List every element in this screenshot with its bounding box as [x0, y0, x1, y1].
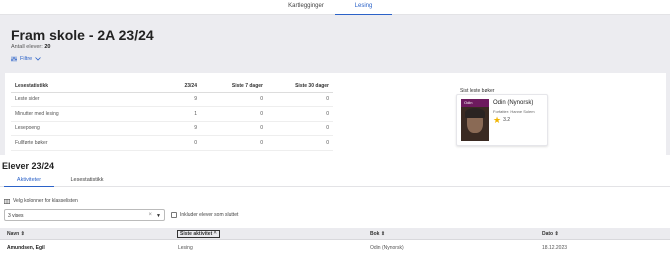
- row-label: Minutter med lesing: [11, 106, 161, 122]
- table-row: Leste sider 9 0 0: [11, 92, 333, 107]
- clear-icon[interactable]: ×: [148, 212, 152, 218]
- last-activity: Lesing: [178, 245, 193, 251]
- activity-date: 18.12.2023: [542, 245, 568, 251]
- filter-button[interactable]: Filtre: [11, 56, 42, 62]
- columns-icon: [4, 198, 10, 204]
- book-rating: ★ 3.2: [493, 115, 511, 125]
- column-header-bok[interactable]: Bok ⇕: [370, 231, 385, 237]
- column-header-navn[interactable]: Navn ⇕: [7, 231, 25, 237]
- tab-lesestatistikk[interactable]: Lesestatistikk: [62, 177, 112, 187]
- student-name[interactable]: Amundsen, Egil: [7, 245, 45, 251]
- row-label: Leste sider: [11, 92, 161, 107]
- cell-value: 0: [201, 135, 267, 151]
- student-count-value: 20: [44, 44, 51, 50]
- cell-value: 0: [267, 121, 333, 136]
- students-grid-header: Navn ⇕ Siste aktivitet ^ Bok ⇕ Dato ⇕: [0, 228, 670, 240]
- tab-lesing[interactable]: Lesing: [335, 3, 392, 15]
- cell-value: 0: [201, 106, 267, 122]
- students-tabs: Aktiviteter Lesestatistikk: [0, 175, 670, 187]
- column-header: Siste 7 dager: [201, 80, 267, 93]
- chevron-down-icon: [35, 57, 42, 61]
- cell-value: 0: [267, 92, 333, 107]
- star-icon: ★: [493, 115, 502, 125]
- cover-title: Odin: [464, 100, 473, 105]
- cell-value: 0: [201, 92, 267, 107]
- column-header: 23/24: [161, 80, 201, 93]
- column-header: Lesestatistikk: [11, 80, 161, 93]
- cell-value: 0: [161, 135, 201, 151]
- cell-value: 9: [161, 92, 201, 107]
- table-row: Minutter med lesing 1 0 0: [11, 106, 333, 122]
- tab-aktiviteter[interactable]: Aktiviteter: [4, 177, 54, 187]
- cell-value: 0: [267, 106, 333, 122]
- row-label: Fullførte bøker: [11, 135, 161, 151]
- choose-columns-button[interactable]: Velg kolonner for klasselisten: [4, 198, 78, 204]
- column-header-dato[interactable]: Dato ⇕: [542, 231, 559, 237]
- book-cover: Odin: [461, 99, 489, 141]
- choose-columns-label: Velg kolonner for klasselisten: [13, 198, 78, 204]
- tab-kartlegginger[interactable]: Kartlegginger: [281, 3, 331, 15]
- rating-value: 3.2: [503, 117, 511, 123]
- row-label: Lesepoeng: [11, 121, 161, 136]
- table-row: Fullførte bøker 0 0 0: [11, 135, 333, 151]
- filter-icon: [11, 56, 17, 62]
- book-card[interactable]: Odin Odin (Nynorsk) Forfatter: Hanne Sol…: [456, 94, 548, 146]
- columns-select[interactable]: 3 vises × ▼: [4, 209, 165, 221]
- book-title: Odin (Nynorsk): [493, 100, 534, 106]
- caret-down-icon[interactable]: ▼: [156, 213, 161, 219]
- include-former-students[interactable]: Inkluder elever som sluttet: [171, 212, 238, 218]
- filter-label: Filtre: [20, 56, 33, 62]
- include-label: Inkluder elever som sluttet: [180, 212, 239, 218]
- table-row: Lesepoeng 9 0 0: [11, 121, 333, 136]
- cell-value: 9: [161, 121, 201, 136]
- book-author: Forfatter: Hanne Solem: [493, 109, 535, 114]
- table-header-row: Lesestatistikk 23/24 Siste 7 dager Siste…: [11, 80, 333, 93]
- table-row[interactable]: Amundsen, Egil Lesing Odin (Nynorsk) 18.…: [0, 241, 670, 254]
- cell-value: 1: [161, 106, 201, 122]
- include-checkbox[interactable]: [171, 212, 177, 218]
- page-title: Fram skole - 2A 23/24: [11, 27, 154, 43]
- student-count: Antall elever: 20: [11, 44, 50, 50]
- column-header: Siste 30 dager: [267, 80, 333, 93]
- cell-value: 0: [267, 135, 333, 151]
- select-value: 3 vises: [8, 213, 24, 219]
- column-header-siste-aktivitet[interactable]: Siste aktivitet ^: [177, 229, 220, 238]
- top-navigation: Kartlegginger Lesing: [0, 0, 670, 15]
- student-count-label: Antall elever:: [11, 44, 43, 50]
- cell-value: 0: [201, 121, 267, 136]
- students-section-title: Elever 23/24: [2, 161, 55, 171]
- book-name: Odin (Nynorsk): [370, 245, 404, 251]
- reading-statistics-table: Lesestatistikk 23/24 Siste 7 dager Siste…: [11, 80, 333, 151]
